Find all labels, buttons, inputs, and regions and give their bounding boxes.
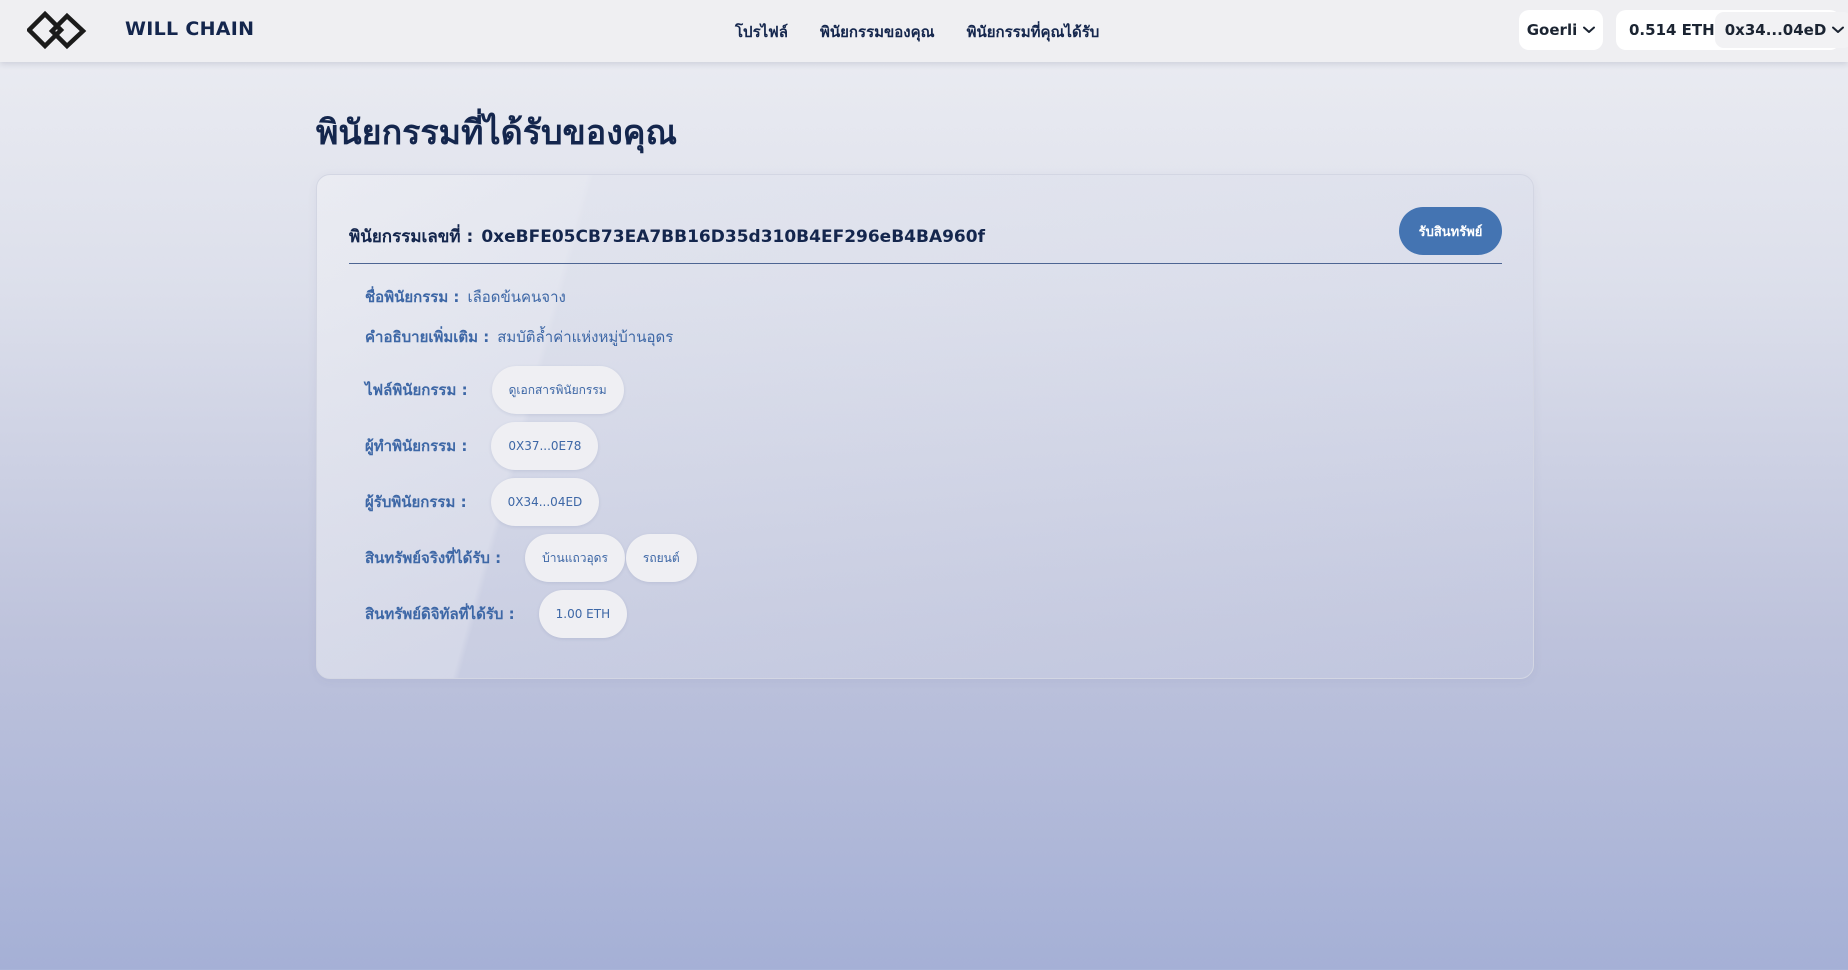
will-file-label: ไฟล์พินัยกรรม : [365, 381, 468, 399]
beneficiary-address-chip[interactable]: 0X34...04ED [490, 478, 600, 526]
network-name: Goerli [1526, 21, 1578, 39]
nav-link-received-wills[interactable]: พินัยกรรมที่คุณได้รับ [967, 20, 1100, 44]
divider [349, 263, 1502, 264]
view-will-document-button[interactable]: ดูเอกสารพินัยกรรม [491, 366, 624, 414]
beneficiary-label: ผู้รับพินัยกรรม : [365, 493, 467, 511]
will-description-row: คำอธิบายเพิ่มเติม : สมบัติล้ำค่าแห่งหมู่… [365, 325, 673, 349]
chevron-down-icon [1583, 26, 1596, 33]
beneficiary-row: ผู้รับพินัยกรรม : 0X34...04ED [365, 478, 600, 526]
digital-asset-chip: 1.00 ETH [538, 590, 628, 638]
will-number-value: 0xeBFE05CB73EA7BB16D35d310B4EF296eB4BA96… [481, 226, 985, 247]
claim-assets-button[interactable]: รับสินทรัพย์ [1399, 207, 1502, 255]
will-card: พินัยกรรมเลขที่ : 0xeBFE05CB73EA7BB16D35… [316, 174, 1534, 679]
real-assets-label: สินทรัพย์จริงที่ได้รับ : [365, 549, 502, 567]
account-button[interactable]: 0x34...04eD [1714, 12, 1848, 48]
will-name-label: ชื่อพินัยกรรม : [365, 288, 460, 306]
brand-name[interactable]: WILL CHAIN [125, 18, 254, 40]
will-description-value: สมบัติล้ำค่าแห่งหมู่บ้านอุดร [497, 328, 674, 346]
will-name-row: ชื่อพินัยกรรม : เลือดข้นคนจาง [365, 285, 566, 309]
will-name-value: เลือดข้นคนจาง [467, 288, 566, 306]
page-title: พินัยกรรมที่ได้รับของคุณ [316, 113, 678, 153]
account-address: 0x34...04eD [1724, 21, 1827, 39]
real-assets-row: สินทรัพย์จริงที่ได้รับ : บ้านแถวอุดร รถย… [365, 534, 697, 582]
will-file-row: ไฟล์พินัยกรรม : ดูเอกสารพินัยกรรม [365, 366, 624, 414]
real-asset-chip: บ้านแถวอุดร [525, 534, 625, 582]
wallet-widget: 0.514 ETH 0x34...04eD [1616, 10, 1848, 50]
will-number-label: พินัยกรรมเลขที่ : [349, 227, 474, 247]
will-number: พินัยกรรมเลขที่ : 0xeBFE05CB73EA7BB16D35… [349, 223, 985, 250]
network-selector[interactable]: Goerli [1519, 10, 1603, 50]
real-asset-chip: รถยนต์ [625, 534, 697, 582]
digital-assets-row: สินทรัพย์ดิจิทัลที่ได้รับ : 1.00 ETH [365, 590, 628, 638]
nav-link-my-wills[interactable]: พินัยกรรมของคุณ [820, 20, 935, 44]
logo-icon [27, 10, 87, 50]
chevron-down-icon [1832, 26, 1845, 33]
main-nav: โปรไฟล์ พินัยกรรมของคุณ พินัยกรรมที่คุณไ… [735, 20, 1099, 44]
will-chain-logo[interactable] [27, 9, 87, 53]
wallet-balance: 0.514 ETH [1629, 21, 1715, 39]
digital-assets-label: สินทรัพย์ดิจิทัลที่ได้รับ : [365, 605, 515, 623]
testator-address-chip[interactable]: 0X37...0E78 [491, 422, 599, 470]
testator-label: ผู้ทำพินัยกรรม : [365, 437, 468, 455]
will-description-label: คำอธิบายเพิ่มเติม : [365, 328, 490, 346]
top-navbar: WILL CHAIN โปรไฟล์ พินัยกรรมของคุณ พินัย… [0, 0, 1848, 62]
nav-link-profile[interactable]: โปรไฟล์ [735, 20, 788, 44]
testator-row: ผู้ทำพินัยกรรม : 0X37...0E78 [365, 422, 599, 470]
